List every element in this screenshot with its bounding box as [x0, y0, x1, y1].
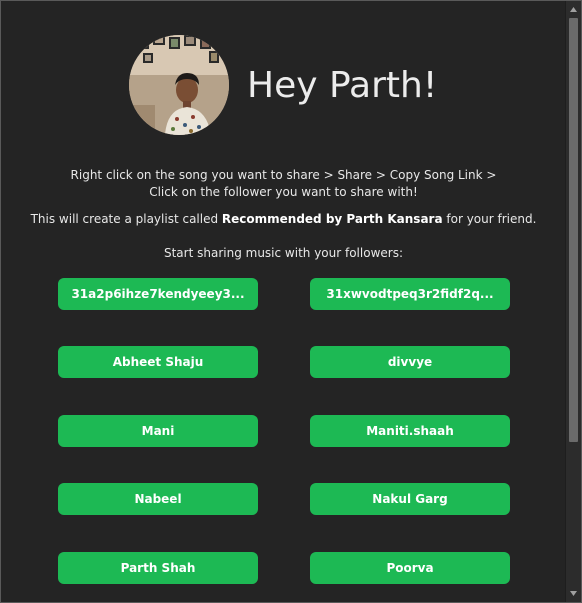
follower-button[interactable]: Nabeel [58, 483, 258, 515]
follower-button[interactable]: Poorva [310, 552, 510, 584]
instructions-text: Right click on the song you want to shar… [1, 167, 566, 201]
main-content: Hey Parth! Right click on the song you w… [1, 1, 566, 602]
triangle-down-icon[interactable] [566, 586, 581, 601]
follower-button[interactable]: Mani [58, 415, 258, 447]
follower-button[interactable]: 31a2p6ihze7kendyeey3... [58, 278, 258, 310]
page-title: Hey Parth! [247, 64, 438, 106]
follower-button[interactable]: Parth Shah [58, 552, 258, 584]
avatar [129, 35, 229, 135]
vertical-scrollbar[interactable] [565, 1, 581, 602]
followers-heading: Start sharing music with your followers: [163, 246, 403, 260]
profile-header: Hey Parth! [129, 35, 437, 135]
triangle-up-icon[interactable] [566, 2, 581, 17]
playlist-name: Recommended by Parth Kansara [221, 212, 443, 226]
follower-button[interactable]: divvye [310, 346, 510, 378]
profile-photo-icon [129, 35, 229, 135]
follower-button[interactable]: Nakul Garg [310, 483, 510, 515]
playlist-note: This will create a playlist called Recom… [1, 211, 566, 228]
follower-button[interactable]: Maniti.shaah [310, 415, 510, 447]
follower-button[interactable]: Abheet Shaju [58, 346, 258, 378]
follower-button[interactable]: 31xwvodtpeq3r2fidf2q... [310, 278, 510, 310]
note-suffix: for your friend. [442, 212, 537, 226]
instructions-line-1: Right click on the song you want to shar… [70, 168, 497, 182]
note-prefix: This will create a playlist called [30, 212, 222, 226]
app-window: Hey Parth! Right click on the song you w… [0, 0, 582, 603]
scrollbar-thumb[interactable] [569, 18, 578, 442]
instructions-line-2: Click on the follower you want to share … [149, 185, 418, 199]
